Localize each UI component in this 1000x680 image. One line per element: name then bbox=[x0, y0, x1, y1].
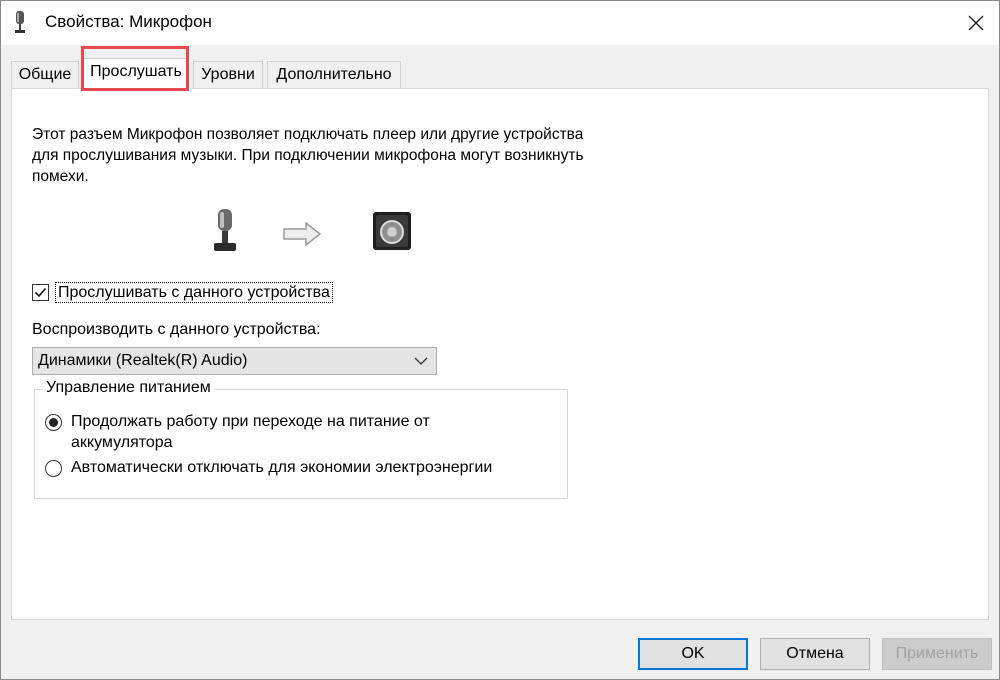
power-management-group: Управление питанием Продолжать работу пр… bbox=[34, 379, 571, 499]
microphone-icon bbox=[214, 209, 236, 251]
title-bar: Свойства: Микрофон bbox=[1, 1, 999, 45]
close-button[interactable] bbox=[953, 1, 999, 45]
listen-checkbox-label[interactable]: Прослушивать с данного устройства bbox=[55, 282, 333, 303]
tab-general[interactable]: Общие bbox=[11, 61, 79, 88]
speaker-icon bbox=[373, 212, 411, 250]
radio-continue[interactable] bbox=[45, 414, 62, 431]
microphone-icon bbox=[15, 11, 25, 33]
radio-selected-dot bbox=[49, 418, 58, 427]
listen-checkbox[interactable] bbox=[32, 284, 49, 301]
tab-advanced[interactable]: Дополнительно bbox=[267, 61, 401, 88]
chevron-down-icon bbox=[414, 357, 428, 365]
radio-auto-off[interactable] bbox=[45, 460, 62, 477]
apply-button[interactable]: Применить bbox=[882, 638, 992, 670]
power-management-legend: Управление питанием bbox=[43, 379, 214, 397]
radio-continue-label[interactable]: Продолжать работу при переходе на питани… bbox=[71, 411, 491, 453]
window-title: Свойства: Микрофон bbox=[45, 12, 212, 31]
tab-listen[interactable]: Прослушать bbox=[83, 58, 189, 89]
checkmark-icon bbox=[34, 287, 47, 298]
listen-description: Этот разъем Микрофон позволяет подключат… bbox=[32, 126, 584, 185]
playback-device-label: Воспроизводить с данного устройства: bbox=[32, 321, 321, 338]
arrow-right-icon bbox=[283, 222, 322, 246]
playback-device-value: Динамики (Realtek(R) Audio) bbox=[38, 352, 248, 369]
tab-levels[interactable]: Уровни bbox=[193, 61, 263, 88]
cancel-button[interactable]: Отмена bbox=[760, 638, 870, 670]
listen-panel: Этот разъем Микрофон позволяет подключат… bbox=[11, 88, 989, 620]
close-icon bbox=[968, 15, 984, 31]
properties-dialog: Свойства: Микрофон Общие Прослушать Уров… bbox=[0, 0, 1000, 680]
ok-button[interactable]: OK bbox=[638, 638, 748, 670]
playback-device-select[interactable]: Динамики (Realtek(R) Audio) bbox=[32, 347, 437, 375]
radio-auto-off-label[interactable]: Автоматически отключать для экономии эле… bbox=[71, 457, 571, 478]
